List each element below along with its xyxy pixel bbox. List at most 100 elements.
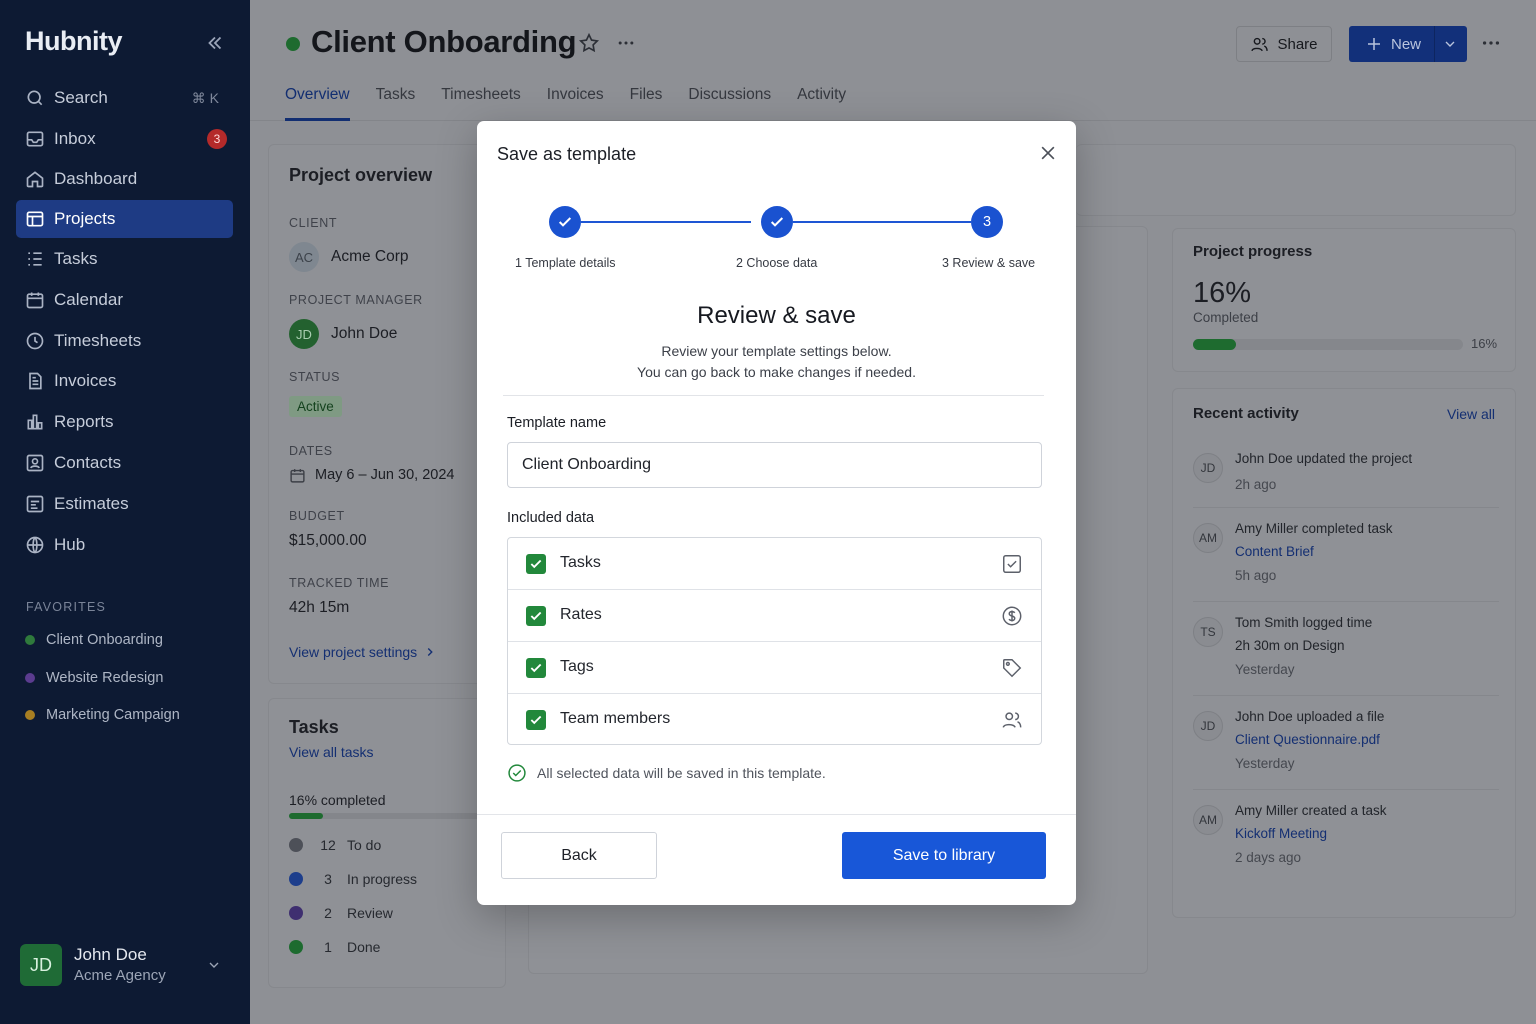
activity-text: Amy Miller completed task [1235,521,1393,536]
included-label: Tasks [560,554,601,571]
activity-detail: 2h 30m on Design [1235,638,1345,653]
client-label: CLIENT [289,216,338,230]
star-icon[interactable] [578,32,600,54]
included-row-team-members[interactable]: Team members [508,694,1041,746]
sidebar-item-dashboard[interactable]: Dashboard [16,160,233,198]
collapse-sidebar-icon[interactable] [204,32,226,54]
chevron-down-icon[interactable] [1442,36,1458,52]
sidebar-item-tasks[interactable]: Tasks [16,240,233,278]
tab-files[interactable]: Files [630,86,663,121]
favorite-item[interactable]: Website Redesign [25,670,163,686]
user-org: Acme Agency [74,967,166,984]
sidebar-item-inbox[interactable]: Inbox 3 [16,120,233,158]
search-icon [27,90,43,106]
sidebar: Hubnity Search ⌘ K Inbox 3 Dashboard Pro… [0,0,250,1024]
template-name-input[interactable] [507,442,1042,488]
sidebar-item-timesheets[interactable]: Timesheets [16,322,233,360]
sidebar-item-contacts[interactable]: Contacts [16,444,233,482]
check-icon [530,559,542,569]
dates-value: May 6 – Jun 30, 2024 [315,467,455,483]
activity-link[interactable]: Kickoff Meeting [1235,826,1327,841]
new-button[interactable]: New [1349,26,1467,62]
status-dot [286,37,300,51]
view-all-activity-link[interactable]: View all [1447,406,1495,422]
included-row-rates[interactable]: Rates [508,590,1041,642]
sidebar-item-hub[interactable]: Hub [16,526,233,564]
sidebar-item-calendar[interactable]: Calendar [16,281,233,319]
sidebar-item-label: Search [54,88,108,107]
clock-icon [26,332,44,350]
client-avatar: AC [289,242,319,272]
avatar: JD [20,944,62,986]
check-icon [770,217,784,227]
included-row-tasks[interactable]: Tasks [508,538,1041,590]
review-heading: Review & save [697,302,856,329]
favorite-label: Marketing Campaign [46,707,180,723]
activity-link[interactable]: Client Questionnaire.pdf [1235,732,1380,747]
share-label: Share [1277,35,1318,53]
favorite-item[interactable]: Marketing Campaign [25,707,180,723]
sidebar-item-search[interactable]: Search ⌘ K [16,79,233,117]
tasks-checkbox[interactable] [526,554,546,574]
sidebar-item-label: Calendar [54,290,123,309]
included-label: Tags [560,658,594,675]
bar-chart-icon [27,414,43,430]
page-title: Client Onboarding [311,24,577,59]
tab-tasks[interactable]: Tasks [376,86,416,121]
team-members-checkbox[interactable] [526,710,546,730]
activity-text: John Doe updated the project [1235,451,1413,466]
favorite-item[interactable]: Client Onboarding [25,632,163,648]
tab-overview[interactable]: Overview [285,86,350,121]
avatar: AM [1193,805,1223,835]
sidebar-item-invoices[interactable]: Invoices [16,362,233,400]
share-button[interactable]: Share [1236,26,1332,62]
contact-icon [26,454,44,472]
sidebar-item-label: Invoices [54,371,117,390]
tags-checkbox[interactable] [526,658,546,678]
legend-row: 3 In progress [289,871,417,887]
tab-discussions[interactable]: Discussions [688,86,771,121]
tag-icon [1003,659,1022,678]
back-button[interactable]: Back [501,832,657,879]
tab-timesheets[interactable]: Timesheets [441,86,521,121]
avatar: JD [1193,453,1223,483]
summary-strip [1076,144,1516,216]
view-settings-link[interactable]: View project settings [289,644,417,660]
project-progress-card: Project progress 16% Completed 16% [1172,228,1516,372]
favorite-color-dot [25,673,35,683]
sidebar-item-reports[interactable]: Reports [16,403,233,441]
rates-checkbox[interactable] [526,606,546,626]
activity-text: Amy Miller created a task [1235,803,1387,818]
tab-invoices[interactable]: Invoices [547,86,604,121]
sidebar-item-projects[interactable]: Projects [16,200,233,238]
close-icon[interactable] [1038,143,1058,163]
sidebar-item-label: Dashboard [54,169,138,188]
activity-text: John Doe uploaded a file [1235,709,1385,724]
sidebar-item-estimates[interactable]: Estimates [16,485,233,523]
pm-name: John Doe [331,325,398,342]
template-name-label: Template name [507,415,607,431]
page-header: Client Onboarding Share New Overview Tas… [250,0,1536,121]
save-to-library-button[interactable]: Save to library [842,832,1046,879]
activity-link[interactable]: Content Brief [1235,544,1314,559]
more-horizontal-icon[interactable] [616,32,636,54]
checkbox-icon [1003,555,1021,573]
step-2-complete [761,206,793,238]
more-horizontal-icon[interactable] [1480,32,1502,54]
stepper-connector [793,221,971,223]
card-title: Project progress [1193,243,1313,260]
sidebar-item-label: Contacts [54,453,122,472]
inbox-icon [26,131,44,147]
legend-row: 1 Done [289,939,380,955]
legend-dot [289,940,303,954]
estimate-icon [26,495,44,513]
view-all-tasks-link[interactable]: View all tasks [289,744,374,760]
tasks-card: Tasks View all tasks 16% completed 12 To… [268,698,506,988]
included-row-tags[interactable]: Tags [508,642,1041,694]
user-menu[interactable]: JD John Doe Acme Agency [20,944,230,988]
chevron-right-icon [427,648,433,656]
tab-activity[interactable]: Activity [797,86,846,121]
sidebar-item-label: Inbox [54,129,96,148]
globe-icon [26,536,44,554]
step-label: 3 Review & save [942,256,1036,270]
